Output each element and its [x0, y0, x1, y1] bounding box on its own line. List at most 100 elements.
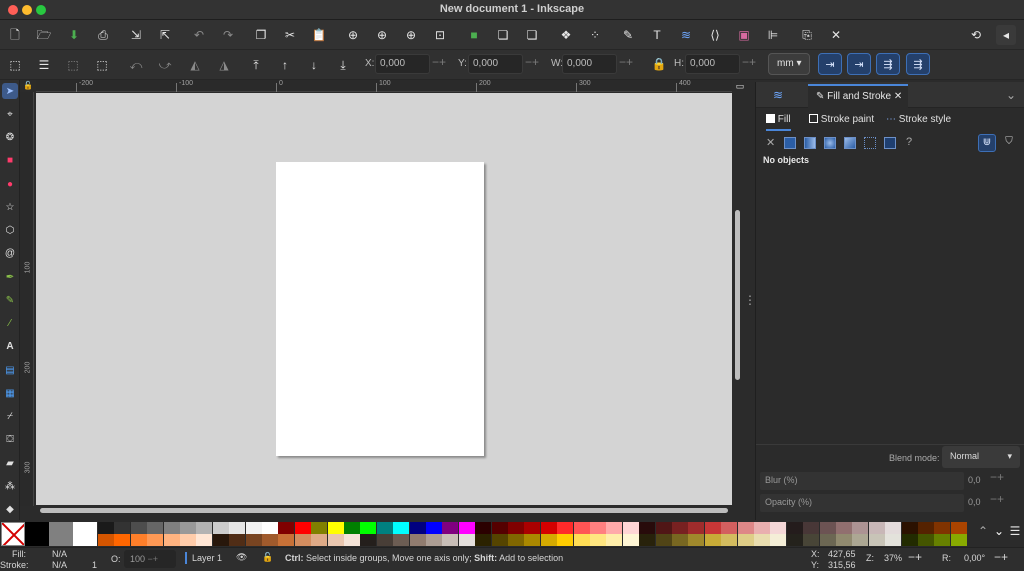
unlink-clone-icon[interactable]: ❏ — [522, 25, 542, 45]
black-swatch[interactable] — [25, 522, 49, 546]
color-swatch[interactable] — [458, 534, 475, 546]
fill-rule-nonzero-icon[interactable]: ⛉ — [1000, 134, 1018, 152]
xml-editor-icon[interactable]: ⟨⟩ — [705, 25, 725, 45]
color-swatch[interactable] — [212, 534, 229, 546]
eraser-tool-icon[interactable]: ▰ — [2, 455, 18, 471]
flip-vertical-icon[interactable]: ◮ — [214, 55, 234, 75]
paste-icon[interactable]: 📋 — [309, 25, 329, 45]
unit-select[interactable]: mm ▾ — [768, 53, 810, 75]
color-swatch[interactable] — [934, 522, 951, 534]
import-icon[interactable]: ⇲ — [126, 25, 146, 45]
text-font-dialog-icon[interactable]: T — [647, 25, 667, 45]
close-tab-icon[interactable]: ✕ — [894, 91, 902, 102]
color-swatch[interactable] — [409, 534, 426, 546]
color-swatch[interactable] — [868, 522, 885, 534]
color-swatch[interactable] — [540, 522, 557, 534]
color-swatch[interactable] — [672, 534, 688, 546]
color-swatch[interactable] — [852, 522, 869, 534]
layers-dialog-icon[interactable]: ≋ — [676, 25, 696, 45]
save-icon[interactable]: ⬇ — [64, 25, 84, 45]
color-swatch[interactable] — [409, 522, 426, 534]
ellipse-tool-icon[interactable]: ● — [2, 176, 18, 192]
color-swatch[interactable] — [754, 522, 770, 534]
lower-icon[interactable]: ↓ — [304, 55, 324, 75]
select-all-layers-icon[interactable]: ☰ — [34, 55, 54, 75]
color-swatch[interactable] — [573, 534, 590, 546]
color-swatch[interactable] — [458, 522, 475, 534]
color-swatch[interactable] — [491, 522, 508, 534]
zoom-page-icon[interactable]: ⊕ — [401, 25, 421, 45]
vertical-scrollbar[interactable] — [735, 210, 740, 380]
color-swatch[interactable] — [163, 522, 180, 534]
color-swatch[interactable] — [524, 522, 541, 534]
color-swatch[interactable] — [737, 534, 754, 546]
color-swatch[interactable] — [278, 534, 295, 546]
3d-box-tool-icon[interactable]: ⬡ — [2, 222, 18, 238]
zoom-selection-icon[interactable]: ⊕ — [343, 25, 363, 45]
radial-gradient-icon[interactable] — [824, 137, 836, 149]
color-swatch[interactable] — [147, 534, 164, 546]
blur-slider[interactable]: Blur (%) — [760, 472, 964, 490]
pen-tool-icon[interactable]: ✒ — [2, 269, 18, 285]
color-swatch[interactable] — [376, 534, 393, 546]
x-field[interactable]: 0,000 — [375, 54, 430, 74]
snap-popover-icon[interactable]: ◂ — [996, 25, 1016, 45]
stroke-width-value[interactable]: 1 — [92, 560, 97, 570]
raise-to-top-icon[interactable]: ⤒ — [246, 55, 266, 75]
color-swatch[interactable] — [196, 534, 213, 546]
color-swatch[interactable] — [721, 522, 738, 534]
export-icon[interactable]: ⇱ — [155, 25, 175, 45]
color-swatch[interactable] — [934, 534, 951, 546]
document-properties-icon[interactable]: ⎘ — [797, 25, 817, 45]
color-swatch[interactable] — [524, 534, 541, 546]
tab-fill-and-stroke[interactable]: ✎ Fill and Stroke ✕ — [808, 84, 908, 108]
color-swatch[interactable] — [442, 522, 459, 534]
color-swatch[interactable] — [196, 522, 213, 534]
pattern-icon[interactable] — [864, 137, 876, 149]
undo-icon[interactable]: ↶ — [189, 25, 209, 45]
spiral-tool-icon[interactable]: @ — [2, 245, 18, 261]
node-tool-icon[interactable]: ⌖ — [2, 106, 18, 122]
white-swatch[interactable] — [73, 522, 97, 546]
color-swatch[interactable] — [590, 522, 606, 534]
palette-scroll-up-icon[interactable]: ⌃ — [976, 524, 990, 538]
color-swatch[interactable] — [622, 522, 639, 534]
calligraphy-tool-icon[interactable]: ⁄ — [2, 315, 18, 331]
selector-tool-icon[interactable]: ➤ — [2, 83, 18, 99]
color-swatch[interactable] — [885, 534, 902, 546]
blur-stepper[interactable]: −+ — [990, 470, 1004, 484]
transform-patterns-button[interactable]: ⇶ — [906, 53, 930, 75]
color-swatch[interactable] — [491, 534, 508, 546]
lock-proportions-icon[interactable]: 🔒 — [649, 54, 669, 74]
color-swatch[interactable] — [918, 534, 934, 546]
color-swatch[interactable] — [950, 534, 967, 546]
color-swatch[interactable] — [360, 522, 377, 534]
color-swatch[interactable] — [360, 534, 377, 546]
color-swatch[interactable] — [836, 534, 852, 546]
color-swatch[interactable] — [754, 534, 770, 546]
y-field[interactable]: 0,000 — [468, 54, 523, 74]
color-swatch[interactable] — [344, 522, 360, 534]
color-swatch[interactable] — [737, 522, 754, 534]
h-stepper[interactable]: −+ — [742, 55, 756, 69]
flip-horizontal-icon[interactable]: ◭ — [185, 55, 205, 75]
color-swatch[interactable] — [294, 522, 311, 534]
dock-menu-chevron-icon[interactable]: ⌄ — [1001, 85, 1021, 105]
linear-gradient-icon[interactable] — [804, 137, 816, 149]
zoom-drawing-icon[interactable]: ⊕ — [372, 25, 392, 45]
color-swatch[interactable] — [770, 534, 787, 546]
dropper-tool-icon[interactable]: ⌿ — [2, 408, 18, 424]
lock-guides-icon[interactable]: 🔓 — [22, 80, 34, 92]
color-swatch[interactable] — [639, 522, 656, 534]
tweak-tool-icon[interactable]: ❂ — [2, 129, 18, 145]
clone-icon[interactable]: ❏ — [493, 25, 513, 45]
color-swatch[interactable] — [163, 534, 180, 546]
color-swatch[interactable] — [655, 522, 672, 534]
color-swatch[interactable] — [229, 534, 246, 546]
duplicate-icon[interactable]: ■ — [464, 25, 484, 45]
color-swatch[interactable] — [327, 534, 344, 546]
color-swatch[interactable] — [721, 534, 738, 546]
mesh-gradient-icon[interactable] — [844, 137, 856, 149]
color-swatch[interactable] — [803, 534, 820, 546]
gray-swatch[interactable] — [49, 522, 73, 546]
